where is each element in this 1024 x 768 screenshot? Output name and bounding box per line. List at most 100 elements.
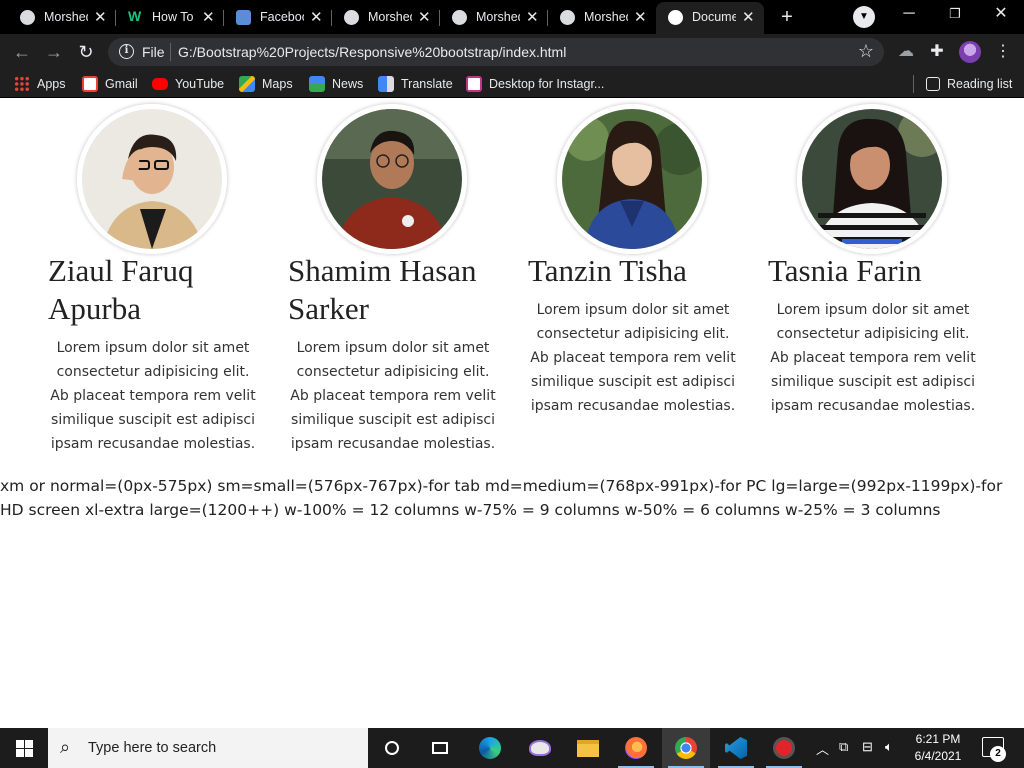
tab-title: Morshed (368, 10, 412, 24)
show-hidden-icons-chevron[interactable]: ︿ (816, 739, 829, 758)
member-description: Lorem ipsum dolor sit amet consectetur a… (770, 302, 976, 414)
person-photo-icon (82, 109, 222, 249)
task-view-icon (432, 742, 448, 754)
bookmark-star-icon[interactable]: ☆ (858, 41, 874, 62)
browser-tab-strip: Morshed ✕ W How To ✕ Facebook ✕ Morshed … (0, 0, 1024, 34)
bookmark-desktop-for-instagram[interactable]: Desktop for Instagr... (466, 75, 604, 93)
extensions-puzzle-icon[interactable]: ✚ (927, 42, 947, 62)
gmail-icon (82, 76, 98, 92)
chrome-taskbar-icon[interactable] (662, 728, 710, 768)
bookmark-maps[interactable]: Maps (239, 75, 293, 93)
address-bar[interactable]: i File G:/Bootstrap%20Projects/Responsiv… (108, 38, 884, 66)
paint-taskbar-icon[interactable] (516, 728, 564, 768)
person-photo-icon (562, 109, 702, 249)
restore-button[interactable]: ❐ (932, 0, 978, 30)
forward-button[interactable]: → (42, 41, 66, 63)
browser-tab[interactable]: W How To ✕ (108, 2, 224, 32)
start-button[interactable] (0, 728, 48, 768)
menu-kebab-icon[interactable]: ⋮ (993, 42, 1013, 62)
close-tab-icon[interactable]: ✕ (94, 8, 107, 26)
browser-tab[interactable]: Morshed ✕ (432, 2, 548, 32)
url-text[interactable]: G:/Bootstrap%20Projects/Responsive%20boo… (178, 44, 566, 60)
browser-tab-active[interactable]: Document ✕ (656, 2, 764, 34)
reading-list-icon (926, 77, 940, 91)
clock-date: 6/4/2021 (914, 749, 962, 763)
news-icon (309, 76, 325, 92)
search-icon: ⌕ (60, 737, 71, 757)
close-tab-icon[interactable]: ✕ (634, 8, 647, 26)
reload-button[interactable]: ↻ (74, 41, 98, 63)
close-tab-icon[interactable]: ✕ (418, 8, 431, 26)
bookmark-gmail[interactable]: Gmail (82, 75, 138, 93)
browser-tab[interactable]: Morshed ✕ (540, 2, 656, 32)
info-icon[interactable]: i (119, 44, 134, 59)
member-name: Tanzin Tisha (528, 253, 687, 288)
tab-title: Morshed (476, 10, 520, 24)
browser-tab[interactable]: Morshed ✕ (0, 2, 116, 32)
bookmark-translate[interactable]: Translate (378, 75, 453, 93)
browser-tab[interactable]: Facebook ✕ (216, 2, 332, 32)
windows-taskbar: ⌕ Type here to search ︿ ⧉ ⊟ 🔈︎ 6:21 PM 6… (0, 728, 1024, 768)
cloud-icon[interactable]: ☁ (896, 42, 916, 62)
bookmark-apps[interactable]: Apps (14, 75, 66, 93)
search-placeholder: Type here to search (88, 740, 217, 756)
breakpoint-notes: xm or normal=(0px-575px) sm=small=(576px… (0, 477, 1003, 519)
cortana-circle-icon (385, 741, 399, 755)
file-scheme-label: File (142, 44, 165, 60)
member-name: Tasnia Farin (768, 253, 922, 288)
youtube-icon (152, 78, 168, 90)
person-photo-icon (802, 109, 942, 249)
browser-tab[interactable]: Morshed ✕ (324, 2, 440, 32)
minimize-button[interactable]: ─ (886, 0, 932, 30)
meet-now-icon[interactable]: ⧉ (839, 739, 848, 755)
vscode-taskbar-icon[interactable] (712, 728, 760, 768)
system-clock[interactable]: 6:21 PM 6/4/2021 (905, 731, 971, 765)
globe-icon (344, 10, 359, 25)
file-explorer-taskbar-icon[interactable] (564, 728, 612, 768)
windows-logo-icon (16, 740, 24, 748)
profile-photo (77, 104, 227, 254)
close-tab-icon[interactable]: ✕ (742, 8, 755, 26)
member-description: Lorem ipsum dolor sit amet consectetur a… (290, 340, 496, 452)
tab-title: Facebook (260, 10, 304, 24)
tab-title: Morshed (584, 10, 628, 24)
globe-icon (452, 10, 467, 25)
bookmark-youtube[interactable]: YouTube (152, 75, 224, 93)
close-tab-icon[interactable]: ✕ (526, 8, 539, 26)
new-tab-button[interactable]: + (774, 5, 800, 29)
globe-icon (20, 10, 35, 25)
member-description: Lorem ipsum dolor sit amet consectetur a… (50, 340, 256, 452)
tab-search-icon[interactable]: ▼ (853, 6, 875, 28)
profile-avatar[interactable] (959, 41, 981, 63)
tab-title: How To (152, 10, 194, 24)
edge-taskbar-icon[interactable] (466, 728, 514, 768)
close-tab-icon[interactable]: ✕ (310, 8, 323, 26)
facebook-icon (236, 10, 251, 25)
profile-photo (797, 104, 947, 254)
volume-icon[interactable]: 🔈︎ (885, 739, 893, 755)
reading-list-button[interactable]: Reading list (926, 75, 1012, 93)
screen-recorder-taskbar-icon[interactable] (760, 728, 808, 768)
firefox-taskbar-icon[interactable] (612, 728, 660, 768)
clock-time: 6:21 PM (915, 732, 961, 746)
profile-photo (557, 104, 707, 254)
close-window-button[interactable]: ✕ (978, 0, 1024, 30)
cortana-button[interactable] (368, 728, 416, 768)
person-photo-icon (322, 109, 462, 249)
bookmarks-bar: Apps Gmail YouTube Maps News Translate D… (0, 70, 1024, 98)
taskbar-search-box[interactable]: ⌕ Type here to search (48, 728, 368, 768)
profile-photo (317, 104, 467, 254)
bookmark-news[interactable]: News (309, 75, 363, 93)
instagram-icon (466, 76, 482, 92)
globe-icon (560, 10, 575, 25)
member-name: Ziaul Faruq Apurba (48, 253, 194, 326)
back-button[interactable]: ← (10, 41, 34, 63)
wikihow-icon: W (128, 8, 142, 24)
apps-grid-icon (14, 76, 30, 92)
notification-count-badge: 2 (990, 746, 1006, 762)
close-tab-icon[interactable]: ✕ (202, 8, 215, 26)
network-icon[interactable]: ⊟ (862, 739, 873, 755)
task-view-button[interactable] (416, 728, 464, 768)
browser-toolbar: ← → ↻ i File G:/Bootstrap%20Projects/Res… (0, 34, 1024, 70)
tab-title: Morshed (44, 10, 88, 24)
